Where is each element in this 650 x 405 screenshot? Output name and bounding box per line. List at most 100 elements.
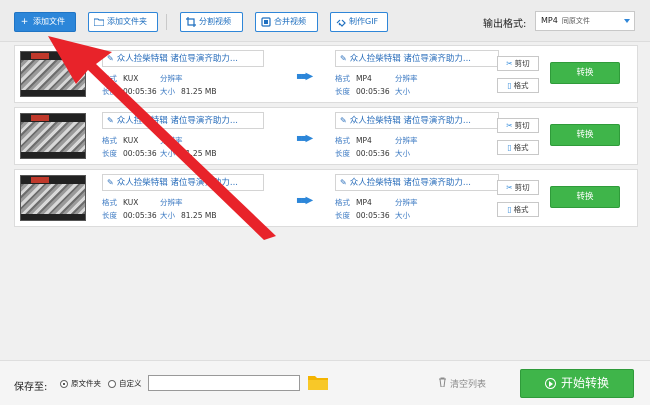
save-path-input[interactable] [148,375,300,391]
source-resolution: 分辨率 [160,74,183,83]
source-size: 大小 81.25 MB [160,211,217,220]
output-name: 众人捡柴特辑 诸位导演齐助力... [349,116,472,126]
source-name: 众人捡柴特辑 诸位导演齐助力... [116,178,239,188]
clear-list-button[interactable]: 清空列表 [438,377,486,390]
radio-custom[interactable]: 自定义 [108,378,142,389]
output-name-field[interactable]: ✎ 众人捡柴特辑 诸位导演齐助力... [335,50,499,67]
trash-icon [438,377,447,390]
source-name: 众人捡柴特辑 诸位导演齐助力... [116,116,239,126]
video-thumbnail [20,51,86,97]
file-icon: ▯ [507,81,512,90]
output-size: 大小 [395,211,410,220]
source-duration: 长度 00:05:36 [102,149,157,158]
source-name-field[interactable]: ✎ 众人捡柴特辑 诸位导演齐助力... [102,174,264,191]
file-icon: ▯ [507,143,512,152]
add-file-label: 添加文件 [33,17,65,26]
cut-button[interactable]: ✂ 剪切 [497,180,539,195]
start-convert-button[interactable]: 开始转换 [520,369,634,398]
merge-video-button[interactable]: 合并视频 [255,12,318,32]
merge-icon [260,17,271,27]
output-duration: 长度 00:05:36 [335,211,390,220]
output-resolution: 分辨率 [395,74,418,83]
play-icon [544,378,556,389]
output-format-label: 输出格式: [483,19,527,30]
arrow-right-icon: ▪▪▶ [296,195,313,206]
output-name-field[interactable]: ✎ 众人捡柴特辑 诸位导演齐助力... [335,174,499,191]
source-name: 众人捡柴特辑 诸位导演齐助力... [116,54,239,64]
pencil-icon: ✎ [107,54,114,63]
output-format-sub: 同原文件 [561,17,590,25]
source-size: 大小 81.25 MB [160,149,217,158]
output-format: 格式 MP4 [335,198,372,207]
file-row: ✎ 众人捡柴特辑 诸位导演齐助力... 格式 KUX 分辨率 长度 00:05:36 … [14,107,638,165]
source-resolution: 分辨率 [160,198,183,207]
file-list: ✎ 众人捡柴特辑 诸位导演齐助力... 格式 KUX 分辨率 长度 00:05:36 … [14,44,638,356]
source-format: 格式 KUX [102,136,139,145]
add-file-button[interactable]: + 添加文件 [14,12,76,32]
file-row: ✎ 众人捡柴特辑 诸位导演齐助力... 格式 KUX 分辨率 长度 00:05:36 … [14,169,638,227]
toolbar: + 添加文件 添加文件夹 分割视频 合并视频 制作GIF 输出格式: MP4 同原… [0,0,650,42]
output-format: 格式 MP4 [335,74,372,83]
format-button[interactable]: ▯ 格式 [497,202,539,217]
add-folder-button[interactable]: 添加文件夹 [88,12,158,32]
output-resolution: 分辨率 [395,198,418,207]
radio-original-folder[interactable]: 原文件夹 [60,378,101,389]
convert-button[interactable]: 转换 [550,62,620,84]
source-duration: 长度 00:05:36 [102,87,157,96]
arrow-right-icon: ▪▪▶ [296,71,313,82]
source-format: 格式 KUX [102,74,139,83]
output-duration: 长度 00:05:36 [335,149,390,158]
scissors-icon: ✂ [506,183,513,192]
bottom-bar: 保存至: 原文件夹 自定义 清空列表 开始转换 [0,360,650,405]
convert-button[interactable]: 转换 [550,124,620,146]
make-gif-label: 制作GIF [349,17,379,26]
add-folder-label: 添加文件夹 [107,17,147,26]
source-format: 格式 KUX [102,198,139,207]
file-row: ✎ 众人捡柴特辑 诸位导演齐助力... 格式 KUX 分辨率 长度 00:05:36 … [14,45,638,103]
output-format-select[interactable]: MP4 同原文件 [535,11,635,31]
output-duration: 长度 00:05:36 [335,87,390,96]
plus-icon: + [20,17,29,27]
radio-dot [108,379,116,388]
source-name-field[interactable]: ✎ 众人捡柴特辑 诸位导演齐助力... [102,50,264,67]
cut-button[interactable]: ✂ 剪切 [497,118,539,133]
split-video-label: 分割视频 [199,17,231,26]
output-size: 大小 [395,149,410,158]
link-icon [335,17,346,27]
convert-button[interactable]: 转换 [550,186,620,208]
video-thumbnail [20,175,86,221]
radio-dot [60,379,68,388]
folder-icon[interactable] [308,374,328,390]
source-name-field[interactable]: ✎ 众人捡柴特辑 诸位导演齐助力... [102,112,264,129]
pencil-icon: ✎ [340,54,347,63]
format-button[interactable]: ▯ 格式 [497,78,539,93]
video-thumbnail [20,113,86,159]
pencil-icon: ✎ [107,116,114,125]
output-size: 大小 [395,87,410,96]
file-icon: ▯ [507,205,512,214]
pencil-icon: ✎ [107,178,114,187]
output-resolution: 分辨率 [395,136,418,145]
output-format-value: MP4 [541,16,558,25]
pencil-icon: ✎ [340,178,347,187]
output-name-field[interactable]: ✎ 众人捡柴特辑 诸位导演齐助力... [335,112,499,129]
folder-icon [93,17,104,27]
format-button[interactable]: ▯ 格式 [497,140,539,155]
scissors-icon: ✂ [506,59,513,68]
split-video-button[interactable]: 分割视频 [180,12,243,32]
scissors-icon: ✂ [506,121,513,130]
crop-icon [185,17,196,27]
toolbar-divider [166,14,167,30]
source-size: 大小 81.25 MB [160,87,217,96]
chevron-down-icon [624,19,630,23]
source-duration: 长度 00:05:36 [102,211,157,220]
cut-button[interactable]: ✂ 剪切 [497,56,539,71]
arrow-right-icon: ▪▪▶ [296,133,313,144]
output-name: 众人捡柴特辑 诸位导演齐助力... [349,178,472,188]
output-format: 格式 MP4 [335,136,372,145]
save-to-label: 保存至: [14,382,48,393]
source-resolution: 分辨率 [160,136,183,145]
pencil-icon: ✎ [340,116,347,125]
make-gif-button[interactable]: 制作GIF [330,12,388,32]
output-name: 众人捡柴特辑 诸位导演齐助力... [349,54,472,64]
